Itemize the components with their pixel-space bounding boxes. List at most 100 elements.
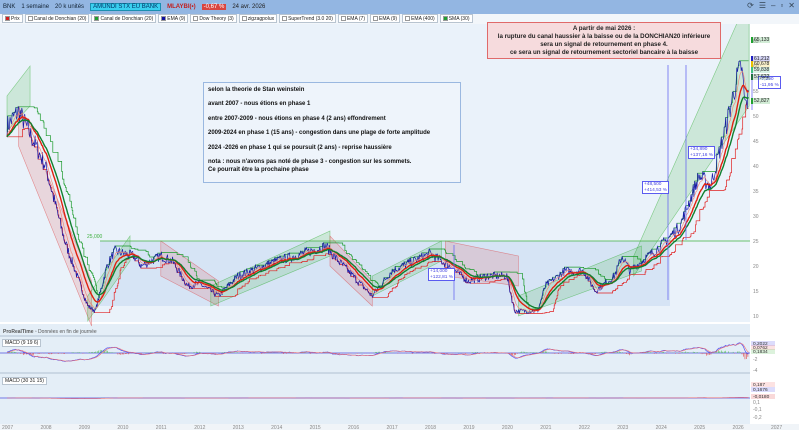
legend-item[interactable]: EMA (9) xyxy=(370,14,401,23)
macd-value-label: 0,1676 xyxy=(753,387,768,393)
legend-label: EMA (400) xyxy=(411,16,435,22)
warning-line: sera un signal de retournement en phase … xyxy=(540,41,668,48)
note-line: 2009-2024 en phase 1 (15 ans) - congesti… xyxy=(208,130,431,137)
level-label: 25,000 xyxy=(87,234,103,240)
note-line: selon la theorie de Stan weinstein xyxy=(208,87,305,93)
legend-label: Canal de Donchian (20) xyxy=(100,16,154,22)
color-swatch xyxy=(282,16,288,22)
legend-item[interactable]: Canal de Donchian (20) xyxy=(24,14,90,23)
top-toolbar: BNK 1 semaine 20 k unités AMUNDI STX EU … xyxy=(0,0,799,14)
color-swatch xyxy=(5,16,10,22)
color-swatch xyxy=(442,16,448,22)
x-tick-label: 2011 xyxy=(156,425,167,430)
legend-item[interactable]: SMA (30) xyxy=(439,14,473,23)
note-line: 2024 -2026 en phase 1 qui se poursuit (2… xyxy=(208,144,392,151)
restore-icon[interactable]: ▫ xyxy=(780,1,783,10)
legend-label: zigzagpolux xyxy=(247,16,275,22)
warning-note: A partir de mai 2026 : la rupture du cana… xyxy=(487,22,721,59)
legend-item[interactable]: Prix xyxy=(2,14,23,23)
x-tick-label: 2010 xyxy=(117,425,128,430)
x-tick-label: 2017 xyxy=(387,425,398,430)
change-badge: -0,67 % xyxy=(201,4,227,10)
y-tick-label: 15 xyxy=(753,289,759,295)
date-label: 24 avr. 2026 xyxy=(232,4,266,10)
measure-tag-2: +34,890 +137,16 % xyxy=(688,146,716,159)
x-tick-label: 2021 xyxy=(540,425,551,430)
units-select[interactable]: 20 k unités xyxy=(55,4,84,10)
color-swatch xyxy=(27,16,33,22)
y-tick-label: 55 xyxy=(753,89,759,95)
macd2-tick: 0,1 xyxy=(753,400,760,406)
measure-tag-1: +48,500 +414,53 % xyxy=(642,181,670,194)
macd1-label[interactable]: MACD (9 19 6) xyxy=(2,339,42,347)
color-swatch xyxy=(193,16,199,22)
legend-item[interactable]: Dow Theory (3) xyxy=(190,14,237,23)
price-label: 59,838 xyxy=(751,67,771,73)
menu-icon[interactable]: ☰ xyxy=(759,1,766,10)
indicator-panels-bg xyxy=(0,324,750,430)
x-tick-label: 2015 xyxy=(310,425,321,430)
legend-item[interactable]: Canal de Donchian (20) xyxy=(91,14,157,23)
x-tick-label: 2009 xyxy=(79,425,90,430)
macd1-tick: -4 xyxy=(753,368,758,374)
warning-line: la rupture du canal haussier à la baisse… xyxy=(497,33,711,40)
color-swatch xyxy=(241,16,247,22)
minimize-icon[interactable]: – xyxy=(771,1,775,10)
x-tick-label: 2012 xyxy=(194,425,205,430)
legend-item[interactable]: EMA (400) xyxy=(402,14,438,23)
x-tick-label: 2007 xyxy=(2,425,13,430)
y-tick-label: 25 xyxy=(753,239,759,245)
price-label: 52,827 xyxy=(751,98,771,104)
y-tick-label: 10 xyxy=(753,314,759,320)
mode-label: MLAYBI(•) xyxy=(167,4,196,10)
y-tick-label: 40 xyxy=(753,164,759,170)
provider-label: ProRealTime ▫ Données en fin de journée xyxy=(3,329,97,335)
x-tick-label: 2008 xyxy=(40,425,51,430)
note-line: Ce pourrait être la prochaine phase xyxy=(208,166,309,173)
macd2-label[interactable]: MACD (30 31 15) xyxy=(2,377,47,385)
legend-item[interactable]: EMA (7) xyxy=(337,14,368,23)
macd2-tick: -0,2 xyxy=(753,415,762,421)
ticker-badge[interactable]: AMUNDI STX EU BANK xyxy=(90,3,162,11)
color-swatch xyxy=(340,16,346,22)
legend-label: Canal de Donchian (20) xyxy=(33,16,87,22)
macd2-tick: -0,1 xyxy=(753,407,762,413)
sync-icon[interactable]: ⟳ xyxy=(747,1,754,10)
legend-label: EMA (9) xyxy=(379,16,398,22)
x-tick-label: 2024 xyxy=(656,425,667,430)
weinstein-note: selon la theorie de Stan weinstein avant … xyxy=(203,82,461,183)
y-tick-label: 45 xyxy=(753,139,759,145)
x-tick-label: 2013 xyxy=(233,425,244,430)
x-tick-label: 2027 xyxy=(771,425,782,430)
legend-label: EMA (7) xyxy=(346,16,365,22)
note-line: avant 2007 - nous étions en phase 1 xyxy=(208,101,311,108)
price-label: 65,133 xyxy=(751,37,771,43)
warning-line: ce sera un signal de retournement sector… xyxy=(509,49,699,56)
legend-label: Prix xyxy=(11,16,20,22)
note-line: nota : nous n'avons pas noté de phase 3 … xyxy=(208,158,412,165)
y-tick-label: 50 xyxy=(753,114,759,120)
color-swatch xyxy=(94,16,100,22)
x-tick-label: 2020 xyxy=(502,425,513,430)
x-tick-label: 2019 xyxy=(463,425,474,430)
macd1-tick: -2 xyxy=(753,357,758,363)
x-tick-label: 2026 xyxy=(733,425,744,430)
y-tick-label: 30 xyxy=(753,214,759,220)
warning-line: A partir de mai 2026 : xyxy=(572,25,636,32)
legend-item[interactable]: SuperTrend (3.0 20) xyxy=(279,14,336,23)
x-tick-label: 2025 xyxy=(694,425,705,430)
y-tick-label: 20 xyxy=(753,264,759,270)
x-tick-label: 2023 xyxy=(617,425,628,430)
close-icon[interactable]: ✕ xyxy=(788,1,795,10)
instrument-select[interactable]: BNK xyxy=(3,4,15,10)
legend-item[interactable]: EMA (9) xyxy=(158,14,189,23)
measure-tag-3: +14,000 +122,81 % xyxy=(428,268,456,281)
legend-label: SuperTrend (3.0 20) xyxy=(288,16,333,22)
y-tick-label: 35 xyxy=(753,189,759,195)
period-select[interactable]: 1 semaine xyxy=(21,4,49,10)
legend-label: SMA (30) xyxy=(448,16,470,22)
x-tick-label: 2022 xyxy=(579,425,590,430)
macd-value-label: 0,1834 xyxy=(753,349,768,355)
legend-item[interactable]: zigzagpolux xyxy=(238,14,278,23)
color-swatch xyxy=(405,16,411,22)
